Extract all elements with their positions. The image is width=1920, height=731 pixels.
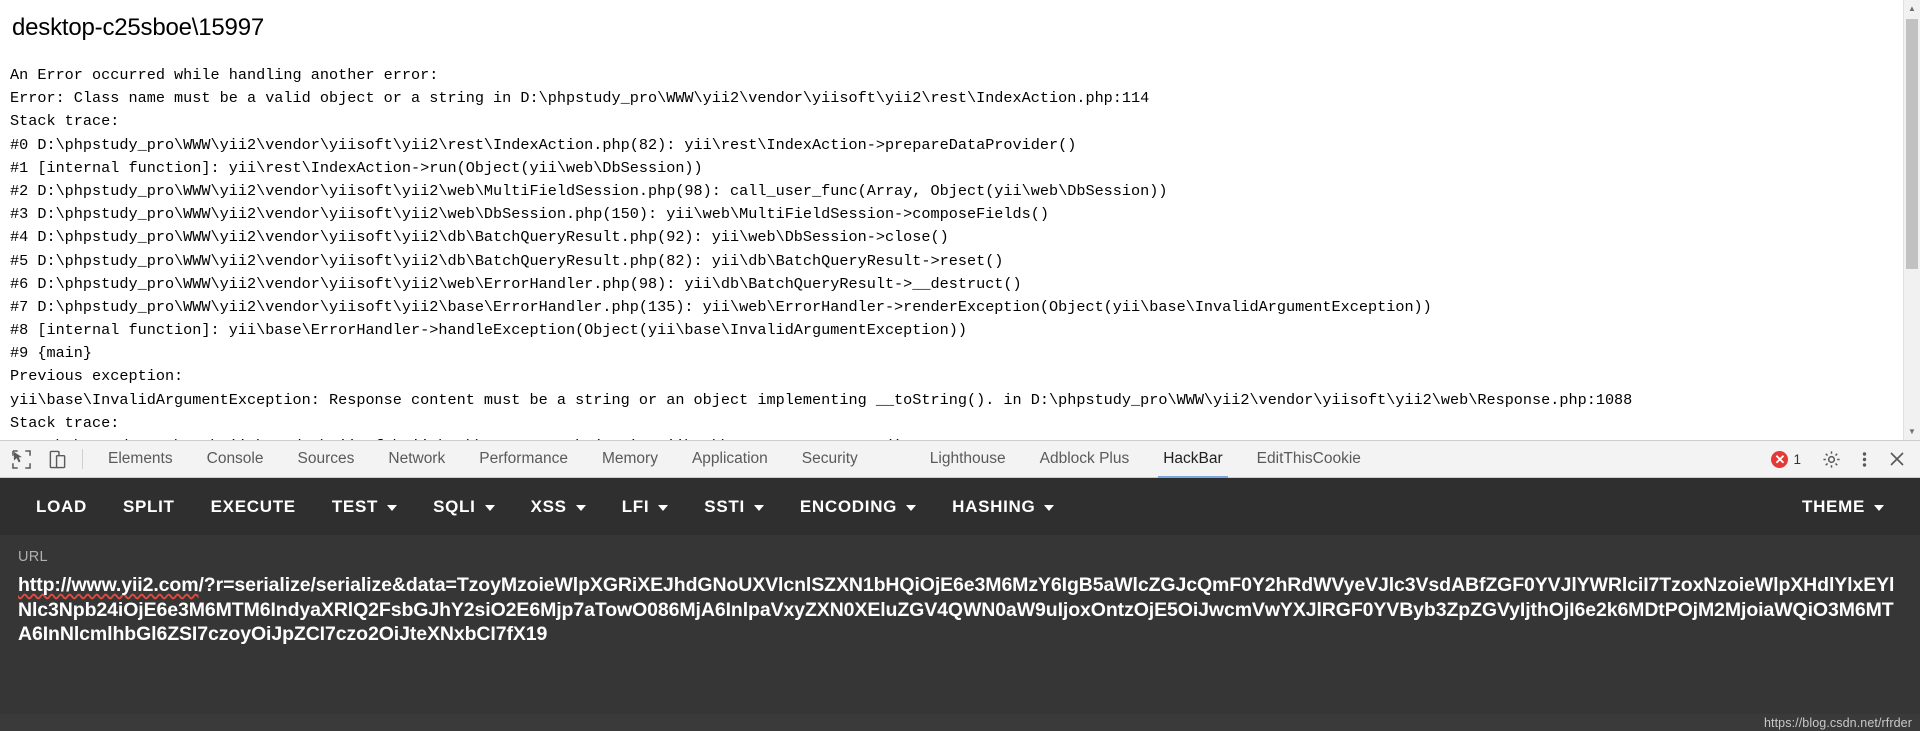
hackbar-toolbar: LOAD SPLIT EXECUTE TEST SQLI XSS LFI SSTI ENCODI… (0, 478, 1920, 535)
devtools-tabstrip: Elements Console Sources Network Performance… (0, 440, 1920, 478)
hackbar-button-label: EXECUTE (210, 496, 296, 516)
hackbar-test-button[interactable]: TEST (314, 478, 415, 535)
hackbar-button-label: XSS (530, 496, 567, 516)
chevron-down-icon (1044, 505, 1055, 511)
scroll-down-arrow[interactable]: ▼ (1904, 423, 1920, 440)
hackbar-sqli-button[interactable]: SQLI (415, 478, 512, 535)
url-input[interactable]: http://www.yii2.com/?r=serialize/seriali… (18, 573, 1902, 647)
chevron-down-icon (387, 505, 398, 511)
hackbar-split-button[interactable]: SPLIT (105, 478, 193, 535)
page-scrollbar[interactable]: ▲ ▼ (1903, 0, 1920, 440)
hackbar-execute-button[interactable]: EXECUTE (193, 478, 314, 535)
error-line: Error: Class name must be a valid object… (10, 89, 1150, 108)
hackbar-button-label: SSTI (704, 496, 745, 516)
hackbar-theme-button[interactable]: THEME (1784, 478, 1902, 535)
tab-application[interactable]: Application (675, 440, 785, 478)
error-output: desktop-c25sboe\15997 An Error occurred … (0, 0, 1900, 440)
kebab-menu-icon[interactable] (1849, 444, 1879, 474)
tab-lighthouse[interactable]: Lighthouse (913, 440, 1023, 478)
hackbar-url-panel: URL http://www.yii2.com/?r=serialize/ser… (0, 535, 1920, 715)
error-line: #2 D:\phpstudy_pro\WWW\yii2\vendor\yiiso… (10, 181, 1168, 200)
error-line: #5 D:\phpstudy_pro\WWW\yii2\vendor\yiiso… (10, 251, 1004, 270)
hackbar-encoding-button[interactable]: ENCODING (782, 478, 934, 535)
chevron-down-icon (575, 505, 586, 511)
error-line: Stack trace: (10, 413, 120, 432)
error-line: Stack trace: (10, 112, 120, 131)
error-line: #1 [internal function]: yii\rest\IndexAc… (10, 158, 703, 177)
gear-icon[interactable] (1816, 444, 1846, 474)
hackbar-theme-label: THEME (1802, 496, 1865, 516)
browser-page-content: desktop-c25sboe\15997 An Error occurred … (0, 0, 1920, 440)
error-line: #9 {main} (10, 344, 93, 363)
chevron-down-icon (753, 505, 764, 511)
toolbar-divider (82, 449, 83, 469)
hackbar-button-label: SPLIT (122, 496, 175, 516)
error-line: An Error occurred while handling another… (10, 66, 439, 84)
hackbar-button-label: SQLI (433, 496, 476, 516)
tab-elements[interactable]: Elements (91, 440, 190, 478)
error-line: #0 D:\phpstudy_pro\WWW\yii2\vendor\yiiso… (10, 135, 1077, 154)
tab-hackbar[interactable]: HackBar (1146, 440, 1239, 478)
page-title: desktop-c25sboe\15997 (12, 14, 264, 41)
close-icon[interactable] (1882, 444, 1912, 474)
error-line: #6 D:\phpstudy_pro\WWW\yii2\vendor\yiiso… (10, 274, 1022, 293)
hackbar-button-label: ENCODING (799, 496, 898, 516)
hackbar-hashing-button[interactable]: HASHING (934, 478, 1072, 535)
tab-adblock-plus[interactable]: Adblock Plus (1023, 440, 1147, 478)
chevron-down-icon (1874, 505, 1884, 511)
url-field-label: URL (18, 549, 48, 565)
status-bar: https://blog.csdn.net/rfrder (0, 714, 1920, 731)
hackbar-button-label: TEST (331, 496, 379, 516)
error-line: #4 D:\phpstudy_pro\WWW\yii2\vendor\yiiso… (10, 228, 949, 247)
tab-network[interactable]: Network (371, 440, 462, 478)
scrollbar-thumb[interactable] (1906, 19, 1918, 269)
status-bar-url: https://blog.csdn.net/rfrder (1763, 715, 1912, 730)
error-badge-icon: ✕ (1771, 450, 1789, 468)
error-count-label: 1 (1793, 451, 1801, 467)
scroll-up-arrow[interactable]: ▲ (1904, 0, 1920, 17)
hackbar-button-label: HASHING (952, 496, 1036, 516)
tab-sources[interactable]: Sources (281, 440, 372, 478)
hackbar-lfi-button[interactable]: LFI (604, 478, 687, 535)
chevron-down-icon (658, 505, 669, 511)
error-counter[interactable]: ✕ 1 (1771, 450, 1801, 468)
error-line: Previous exception: (10, 367, 184, 386)
tab-editthiscookie[interactable]: EditThisCookie (1240, 440, 1378, 478)
chevron-down-icon (906, 505, 917, 511)
tab-memory[interactable]: Memory (585, 440, 675, 478)
url-query-part: /?r=serialize/serialize&data=TzoyMzoieWl… (18, 574, 1895, 646)
tab-performance[interactable]: Performance (462, 440, 585, 478)
hackbar-ssti-button[interactable]: SSTI (686, 478, 782, 535)
error-line: #7 D:\phpstudy_pro\WWW\yii2\vendor\yiiso… (10, 297, 1432, 316)
error-line: #3 D:\phpstudy_pro\WWW\yii2\vendor\yiiso… (10, 205, 1049, 224)
error-stack-trace: An Error occurred while handling another… (10, 64, 1900, 440)
tab-console[interactable]: Console (190, 440, 281, 478)
chevron-down-icon (484, 505, 495, 511)
hackbar-xss-button[interactable]: XSS (513, 478, 604, 535)
hackbar-load-button[interactable]: LOAD (18, 478, 105, 535)
device-toolbar-icon[interactable] (42, 444, 72, 474)
devtools-tab-list: Elements Console Sources Network Performance… (91, 440, 1771, 478)
url-host-part: http://www.yii2.com (18, 574, 199, 596)
tab-security[interactable]: Security (785, 440, 875, 478)
inspect-element-icon[interactable] (6, 444, 36, 474)
error-line: yii\base\InvalidArgumentException: Respo… (10, 390, 1633, 409)
hackbar-button-label: LFI (621, 496, 650, 516)
hackbar-button-label: LOAD (36, 496, 87, 516)
devtools-toolbar-right: ✕ 1 (1771, 444, 1920, 474)
error-line: #8 [internal function]: yii\base\ErrorHa… (10, 321, 967, 340)
